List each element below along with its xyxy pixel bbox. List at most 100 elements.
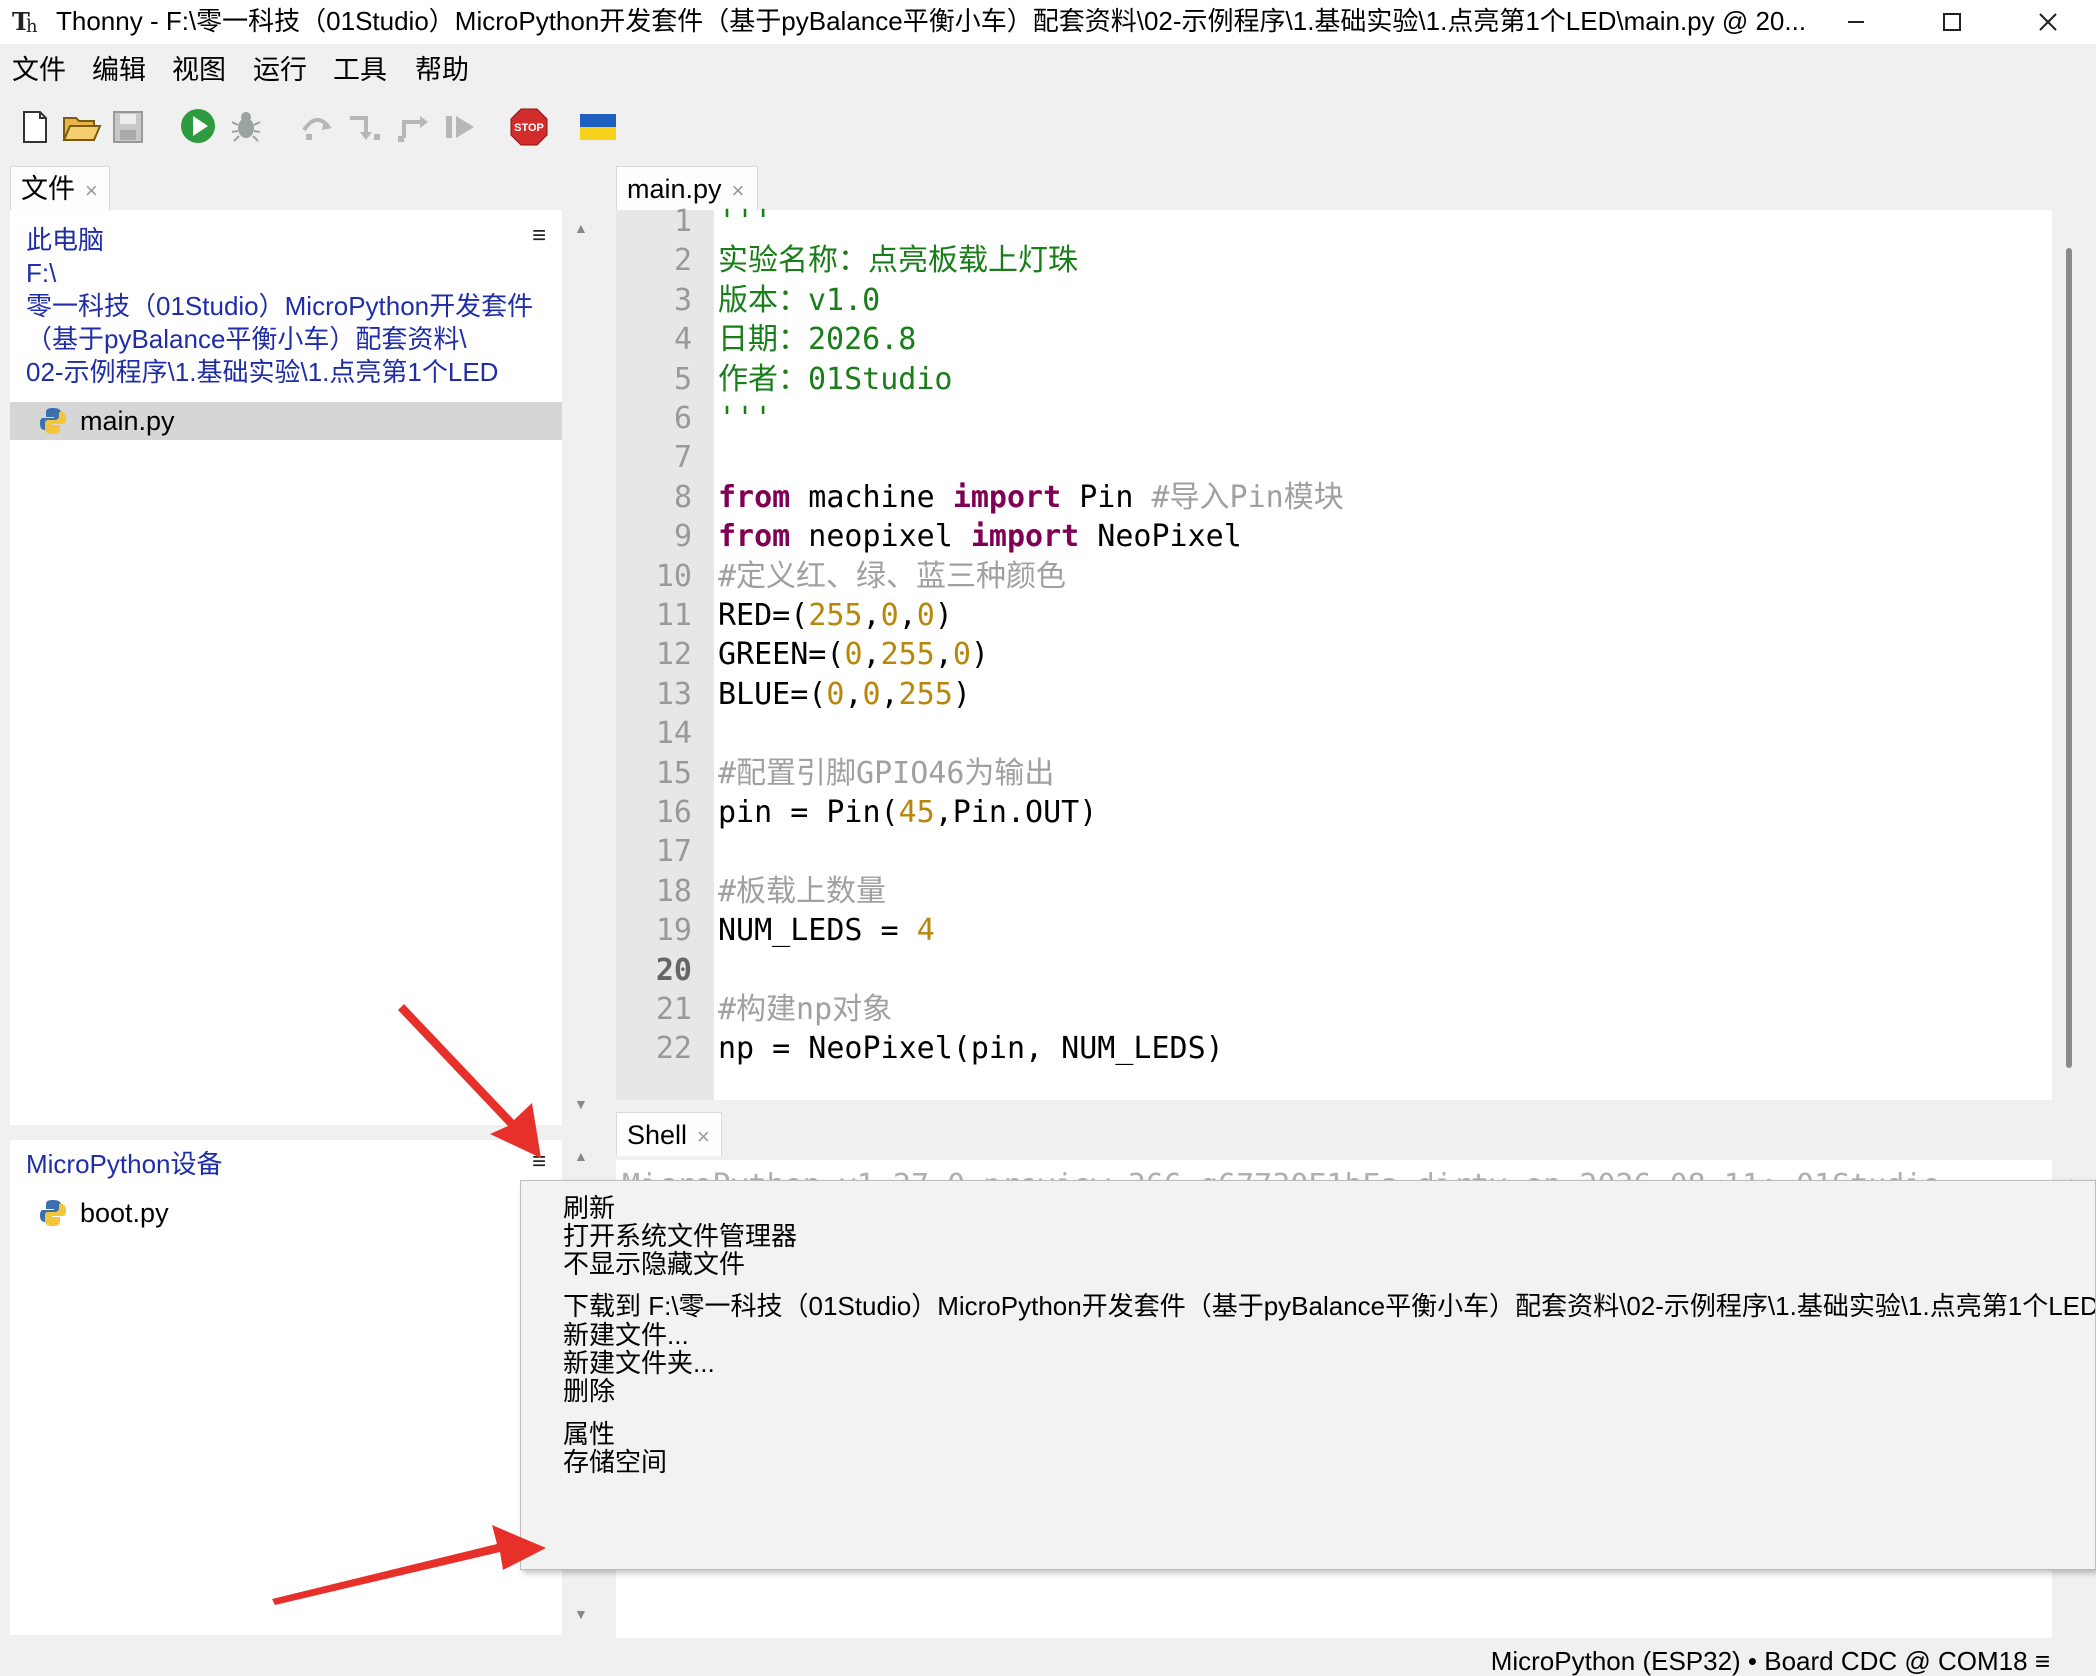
code-line[interactable]: BLUE=(0,0,255) — [718, 675, 971, 715]
step-out-button[interactable] — [392, 106, 434, 148]
code-token: , — [862, 637, 881, 673]
code-line[interactable]: 作者：01Studio — [718, 360, 953, 400]
code-line[interactable]: pin = Pin(45,Pin.OUT) — [718, 793, 1097, 833]
line-number: 9 — [673, 519, 692, 555]
step-into-button[interactable] — [344, 106, 386, 148]
device-menu-icon[interactable]: ≡ — [532, 1148, 546, 1176]
ukraine-flag-icon — [580, 114, 616, 140]
file-name: boot.py — [80, 1198, 169, 1228]
pc-pane-scrollbar[interactable]: ▲ ▼ — [566, 210, 596, 1125]
open-file-button[interactable] — [60, 106, 102, 148]
code-line[interactable]: #配置引脚GPIO46为输出 — [718, 754, 1054, 794]
code-line[interactable]: ''' — [718, 399, 772, 439]
code-line[interactable]: #板载上数量 — [718, 872, 886, 912]
code-line[interactable]: #定义红、绿、蓝三种颜色 — [718, 557, 1066, 597]
code-token: NUM_LEDS = — [718, 913, 917, 949]
code-token: GREEN=( — [718, 637, 845, 673]
code-token: NeoPixel — [1079, 519, 1242, 555]
file-row-boot-py[interactable]: boot.py — [10, 1194, 562, 1232]
resume-button[interactable] — [440, 106, 482, 148]
close-button[interactable] — [2000, 0, 2096, 44]
pc-menu-icon[interactable]: ≡ — [532, 222, 546, 250]
code-line[interactable]: np = NeoPixel(pin, NUM_LEDS) — [718, 1029, 1224, 1069]
menu-tools[interactable]: 工具 — [333, 54, 387, 86]
code-line[interactable]: 实验名称：点亮板载上灯珠 — [718, 241, 1078, 281]
tab-close-icon[interactable]: × — [732, 178, 745, 203]
step-over-button[interactable] — [296, 106, 338, 148]
device-header[interactable]: MicroPython设备 — [26, 1148, 223, 1180]
menu-file[interactable]: 文件 — [12, 54, 66, 86]
menu-run[interactable]: 运行 — [253, 54, 307, 86]
file-row-main-py[interactable]: main.py — [10, 402, 562, 440]
code-line[interactable]: ''' — [718, 202, 772, 242]
line-number: 12 — [655, 637, 692, 673]
code-line[interactable]: #构建np对象 — [718, 990, 892, 1030]
scroll-down-icon[interactable]: ▼ — [574, 1606, 588, 1622]
code-token: 0 — [952, 637, 971, 673]
line-number: 15 — [655, 755, 692, 791]
code-token: 版本：v1.0 — [718, 282, 881, 318]
code-token: RED=( — [718, 598, 809, 633]
code-token: 0 — [826, 676, 845, 712]
save-button[interactable] — [108, 106, 150, 148]
menu-item-hide-hidden-files[interactable]: 不显示隐藏文件 — [563, 1247, 745, 1281]
scroll-down-icon[interactable]: ▼ — [574, 1096, 588, 1112]
tab-shell[interactable]: Shell × — [616, 1112, 722, 1156]
code-line[interactable]: RED=(255,0,0) — [718, 596, 953, 636]
maximize-button[interactable] — [1904, 0, 2000, 44]
tab-close-icon[interactable]: × — [85, 178, 98, 203]
code-line[interactable]: NUM_LEDS = 4 — [718, 911, 935, 951]
line-number: 21 — [655, 992, 692, 1027]
minimize-button[interactable] — [1808, 0, 1904, 44]
support-ukraine-button[interactable] — [578, 106, 620, 148]
code-line[interactable]: GREEN=(0,255,0) — [718, 635, 989, 675]
pc-header[interactable]: 此电脑 — [26, 224, 104, 256]
files-tab-bar: 文件 × — [10, 166, 562, 210]
path-segment[interactable]: 02-示例程序\1.基础实验\1.点亮第1个LED — [26, 356, 498, 388]
stop-icon: STOP — [510, 108, 548, 146]
tab-files[interactable]: 文件 × — [10, 166, 110, 210]
svg-text:STOP: STOP — [514, 122, 544, 134]
run-button[interactable] — [178, 106, 220, 148]
editor-scrollbar-thumb[interactable] — [2066, 248, 2072, 1068]
menu-item-download-to[interactable]: 下载到 F:\零一科技（01Studio）MicroPython开发套件（基于p… — [563, 1289, 2095, 1323]
run-icon — [181, 109, 215, 143]
line-number: 20 — [655, 952, 692, 988]
menu-help[interactable]: 帮助 — [415, 54, 469, 86]
path-segment[interactable]: （基于pyBalance平衡小车）配套资料\ — [26, 323, 467, 355]
debug-icon — [231, 112, 261, 142]
code-editor[interactable]: 1 2 3 4 5 6 7 8 9 10 11 12 13 14 15 16 17 18 19 20 21 22 ''' 实… — [616, 204, 2052, 1100]
interpreter-status[interactable]: MicroPython (ESP32) • Board CDC @ COM18 … — [1491, 1646, 2050, 1676]
line-number: 8 — [673, 479, 692, 515]
resume-icon — [446, 116, 474, 138]
menu-edit[interactable]: 编辑 — [92, 54, 146, 86]
window-title: Thonny - F:\零一科技（01Studio）MicroPython开发套… — [56, 6, 1807, 36]
code-token: 255 — [808, 598, 863, 633]
menu-item-delete[interactable]: 删除 — [563, 1374, 615, 1408]
line-number: 3 — [673, 282, 692, 318]
scroll-up-icon[interactable]: ▲ — [574, 220, 588, 236]
code-line[interactable]: from machine import Pin #导入Pin模块 — [718, 478, 1344, 518]
line-number: 2 — [673, 243, 692, 279]
tab-close-icon[interactable]: × — [697, 1124, 710, 1149]
debug-button[interactable] — [226, 106, 268, 148]
minimize-icon — [1848, 21, 1864, 23]
status-bar: MicroPython (ESP32) • Board CDC @ COM18 … — [0, 1640, 2096, 1676]
tab-main-py-label: main.py — [627, 174, 722, 204]
path-segment[interactable]: F:\ — [26, 257, 56, 289]
path-segment[interactable]: 零一科技（01Studio）MicroPython开发套件 — [26, 290, 533, 322]
scroll-up-icon[interactable]: ▲ — [574, 1148, 588, 1164]
code-token: 0 — [916, 598, 935, 633]
line-number: 4 — [673, 322, 692, 358]
new-file-button[interactable] — [14, 106, 56, 148]
code-token: 255 — [880, 637, 935, 673]
shell-tab-bar: Shell × — [616, 1112, 2086, 1156]
menu-bar: 文件 编辑 视图 运行 工具 帮助 — [0, 44, 2096, 94]
code-line[interactable]: 日期：2026.8 — [718, 320, 916, 360]
code-line[interactable]: from neopixel import NeoPixel — [718, 517, 1242, 557]
menu-item-storage-space[interactable]: 存储空间 — [563, 1445, 667, 1479]
stop-button[interactable]: STOP — [508, 106, 550, 148]
code-token: 0 — [844, 637, 863, 673]
code-line[interactable]: 版本：v1.0 — [718, 281, 880, 321]
menu-view[interactable]: 视图 — [172, 54, 226, 86]
